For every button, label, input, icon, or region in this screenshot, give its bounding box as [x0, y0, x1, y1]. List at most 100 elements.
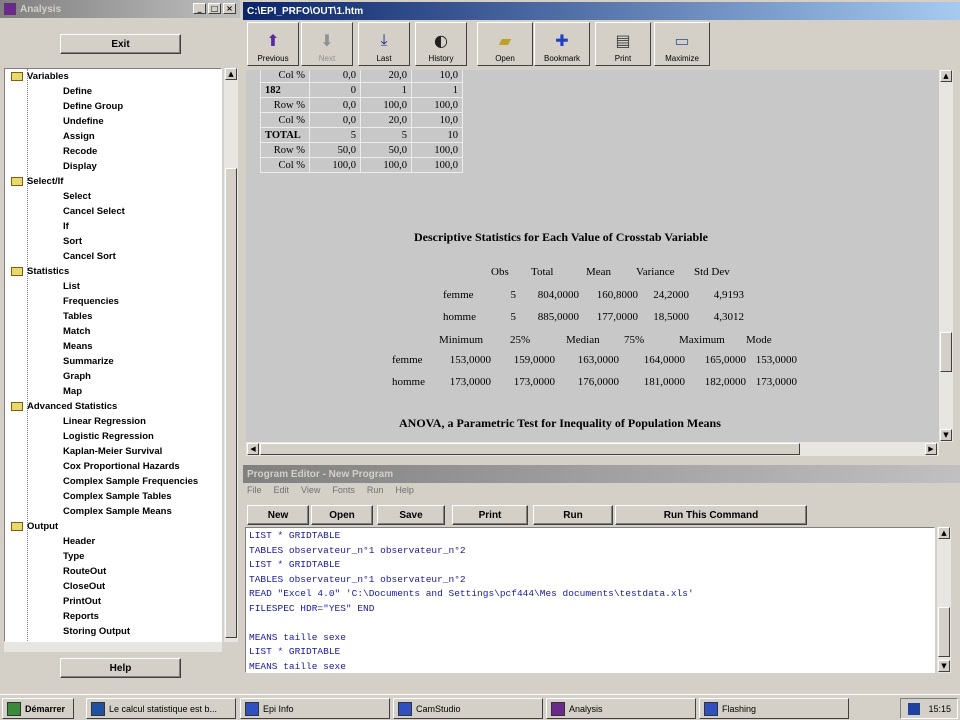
taskbar-task[interactable]: Le calcul statistique est b... [86, 698, 236, 719]
program-code-area[interactable]: LIST * GRIDTABLE TABLES observateur_n°1 o… [245, 527, 935, 673]
menu-run[interactable]: Run [367, 485, 384, 495]
tree-item-row[interactable]: Header [5, 534, 221, 549]
tree-item-row[interactable]: Complex Sample Frequencies [5, 474, 221, 489]
toolbar-previous-button[interactable]: ⬆ Previous [247, 22, 299, 66]
toolbar-maximize-button[interactable]: ▭ Maximize [654, 22, 710, 66]
tree-item-row[interactable]: Complex Sample Means [5, 504, 221, 519]
tree-item-row[interactable]: Define [5, 84, 221, 99]
toolbar-history-button[interactable]: ◐ History [415, 22, 467, 66]
output-scroll-thumb[interactable] [940, 332, 952, 372]
tree-group-row[interactable]: Advanced Statistics [5, 399, 221, 414]
run-button[interactable]: Run [533, 505, 613, 525]
tree-item-row[interactable]: Kaplan-Meier Survival [5, 444, 221, 459]
code-line[interactable]: MEANS taille sexe [249, 631, 931, 646]
tree-item-row[interactable]: Define Group [5, 99, 221, 114]
tree-item-row[interactable]: PrintOut [5, 594, 221, 609]
tree-item-row[interactable]: Sort [5, 234, 221, 249]
toolbar-bookmark-button[interactable]: ✚ Bookmark [534, 22, 590, 66]
tray-icon[interactable] [908, 702, 921, 715]
tree-scroll-thumb[interactable] [225, 168, 237, 638]
print-button[interactable]: Print [452, 505, 528, 525]
new-button[interactable]: New [247, 505, 309, 525]
taskbar-task[interactable]: Flashing [699, 698, 849, 719]
scroll-down-arrow-icon[interactable]: ▼ [938, 660, 950, 672]
tree-item-row[interactable]: Storing Output [5, 624, 221, 639]
code-line[interactable]: LIST * GRIDTABLE [249, 558, 931, 573]
code-line[interactable]: TABLES observateur_n°1 observateur_n°2 [249, 573, 931, 588]
tree-item-row[interactable]: Summarize [5, 354, 221, 369]
taskbar-task[interactable]: Epi Info [240, 698, 390, 719]
scroll-up-arrow-icon[interactable]: ▲ [940, 70, 952, 82]
menu-view[interactable]: View [301, 485, 320, 495]
output-vscrollbar[interactable]: ▲ ▼ [939, 70, 953, 442]
code-line[interactable]: FILESPEC HDR="YES" END [249, 602, 931, 617]
code-vscrollbar[interactable]: ▲ ▼ [937, 527, 951, 673]
menu-fonts[interactable]: Fonts [332, 485, 355, 495]
scroll-right-arrow-icon[interactable]: ▶ [925, 443, 937, 455]
tree-item-row[interactable]: If [5, 219, 221, 234]
code-line[interactable]: TABLES observateur_n°1 observateur_n°2 [249, 544, 931, 559]
tree-item-row[interactable]: Logistic Regression [5, 429, 221, 444]
tree-group-row[interactable]: Variables [5, 69, 221, 84]
tree-item-row[interactable]: Select [5, 189, 221, 204]
tree-item-row[interactable]: Display [5, 159, 221, 174]
tree-item-row[interactable]: List [5, 279, 221, 294]
tree-item-row[interactable]: Reports [5, 609, 221, 624]
code-line[interactable]: READ "Excel 4.0" 'C:\Documents and Setti… [249, 587, 931, 602]
tree-item-row[interactable]: Means [5, 339, 221, 354]
output-hscrollbar[interactable]: ◀ ▶ [246, 442, 939, 456]
tree-item-row[interactable]: Undefine [5, 114, 221, 129]
scroll-down-arrow-icon[interactable]: ▼ [940, 429, 952, 441]
code-line[interactable] [249, 616, 931, 631]
tree-group-row[interactable]: Output [5, 519, 221, 534]
tree-item-row[interactable]: Tables [5, 309, 221, 324]
tree-group-row[interactable]: Statistics [5, 264, 221, 279]
minimize-button[interactable]: _ [193, 3, 206, 14]
tree-item-row[interactable]: Graph [5, 369, 221, 384]
help-button[interactable]: Help [60, 658, 181, 678]
tree-item-row[interactable]: CloseOut [5, 579, 221, 594]
code-line[interactable]: MEANS taille sexe [249, 660, 931, 673]
close-button[interactable]: × [223, 3, 236, 14]
tree-item-row[interactable]: Match [5, 324, 221, 339]
restore-button[interactable]: □ [208, 3, 221, 14]
code-scroll-thumb[interactable] [938, 607, 950, 657]
stat-value: 885,0000 [537, 311, 579, 323]
stat-header: 25% [510, 334, 531, 346]
taskbar-task[interactable]: Analysis [546, 698, 696, 719]
output-hscroll-thumb[interactable] [260, 443, 800, 455]
tree-item-row[interactable]: Type [5, 549, 221, 564]
scroll-left-arrow-icon[interactable]: ◀ [247, 443, 259, 455]
exit-button[interactable]: Exit [60, 34, 181, 54]
tree-item-row[interactable]: Linear Regression [5, 414, 221, 429]
command-tree[interactable]: Variables Define Define Group Undefine Assig… [4, 68, 222, 642]
scroll-up-arrow-icon[interactable]: ▲ [225, 68, 237, 80]
tree-item-row[interactable]: Cox Proportional Hazards [5, 459, 221, 474]
open-button[interactable]: Open [311, 505, 373, 525]
toolbar-next-button[interactable]: ⬇ Next [301, 22, 353, 66]
tree-item-row[interactable]: Recode [5, 144, 221, 159]
taskbar-task[interactable]: CamStudio [393, 698, 543, 719]
toolbar-open-button[interactable]: ▰ Open [477, 22, 533, 66]
toolbar-print-button[interactable]: ▤ Print [595, 22, 651, 66]
tree-scrollbar[interactable]: ▲ [224, 68, 238, 642]
menu-edit[interactable]: Edit [274, 485, 290, 495]
tree-item-row[interactable]: Cancel Select [5, 204, 221, 219]
tree-item-row[interactable]: Map [5, 384, 221, 399]
toolbar-last-button[interactable]: ⤓ Last [358, 22, 410, 66]
tree-item-row[interactable]: Complex Sample Tables [5, 489, 221, 504]
start-button[interactable]: Démarrer [2, 698, 74, 719]
tree-hscrollbar[interactable] [4, 642, 222, 652]
run-this-command-button[interactable]: Run This Command [615, 505, 807, 525]
tree-item-row[interactable]: Frequencies [5, 294, 221, 309]
save-button[interactable]: Save [377, 505, 445, 525]
menu-help[interactable]: Help [395, 485, 414, 495]
menu-file[interactable]: File [247, 485, 262, 495]
tree-item-row[interactable]: Cancel Sort [5, 249, 221, 264]
scroll-up-arrow-icon[interactable]: ▲ [938, 527, 950, 539]
tree-item-row[interactable]: Assign [5, 129, 221, 144]
code-line[interactable]: LIST * GRIDTABLE [249, 529, 931, 544]
tree-group-row[interactable]: Select/If [5, 174, 221, 189]
tree-item-row[interactable]: RouteOut [5, 564, 221, 579]
code-line[interactable]: LIST * GRIDTABLE [249, 645, 931, 660]
